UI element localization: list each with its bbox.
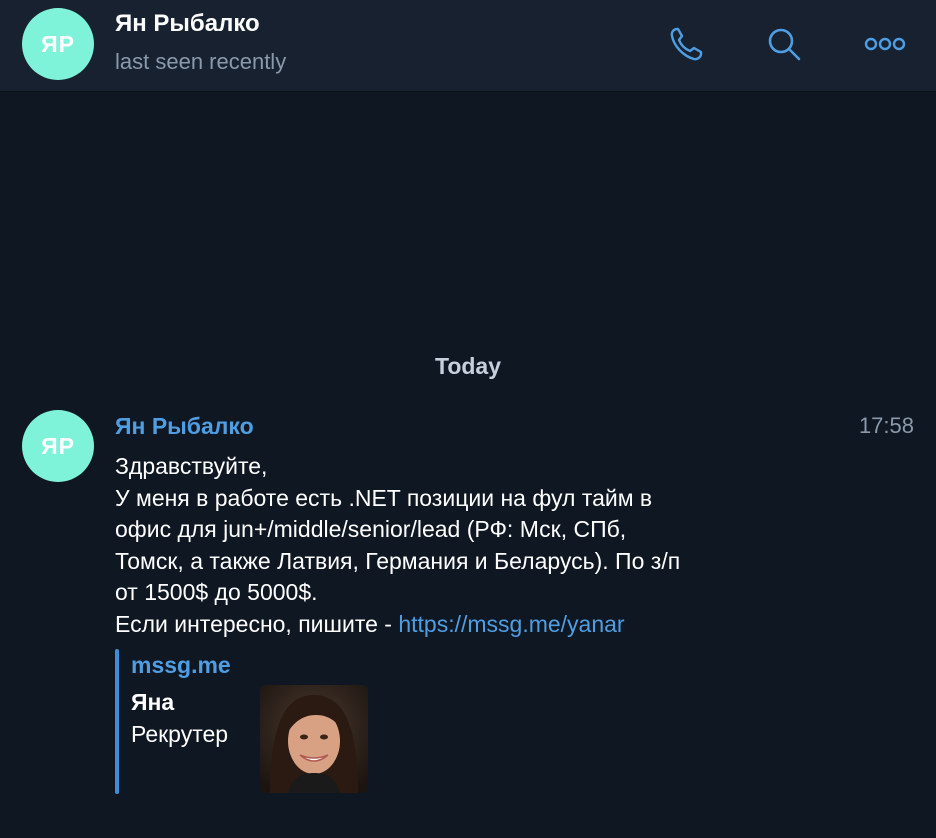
message-text: Здравствуйте, У меня в работе есть .NET … [115, 451, 815, 641]
message-line: У меня в работе есть .NET позиции на фул… [115, 484, 653, 511]
phone-icon [670, 27, 703, 61]
sender-avatar[interactable]: ЯР [22, 410, 94, 482]
more-icon [864, 37, 906, 51]
message-line: Здравствуйте, [115, 453, 268, 479]
more-button[interactable] [863, 22, 907, 66]
preview-site-name: mssg.me [131, 652, 231, 678]
message-link[interactable]: https://mssg.me/yanar [398, 611, 624, 637]
search-button[interactable] [762, 22, 806, 66]
message-line-prefix: Если интересно, пишите - [115, 610, 399, 637]
call-button[interactable] [664, 22, 708, 66]
preview-title: Яна [131, 689, 175, 715]
sender-name[interactable]: Ян Рыбалко [115, 413, 254, 440]
portrait-image [260, 685, 368, 793]
message-line: от 1500$ до 5000$. [115, 579, 318, 606]
preview-photo[interactable] [260, 685, 368, 793]
preview-description: Рекрутер [131, 721, 229, 747]
message-line: офис для jun+/middle/senior/lead (РФ: Мс… [115, 516, 627, 543]
contact-name[interactable]: Ян Рыбалко [115, 10, 260, 38]
date-separator: Today [434, 353, 502, 379]
link-preview[interactable]: mssg.me Яна Рекрутер [115, 649, 415, 794]
message-line: Томск, а также Латвия, Германия и Белару… [115, 547, 681, 574]
chat-header: ЯР Ян Рыбалко last seen recently [0, 0, 936, 92]
message-time: 17:58 [858, 413, 914, 438]
contact-status: last seen recently [115, 49, 287, 74]
preview-accent-bar [115, 649, 119, 794]
search-icon [768, 28, 801, 61]
contact-avatar[interactable]: ЯР [22, 8, 94, 80]
message-line: Если интересно, пишите - https://mssg.me… [115, 609, 815, 641]
